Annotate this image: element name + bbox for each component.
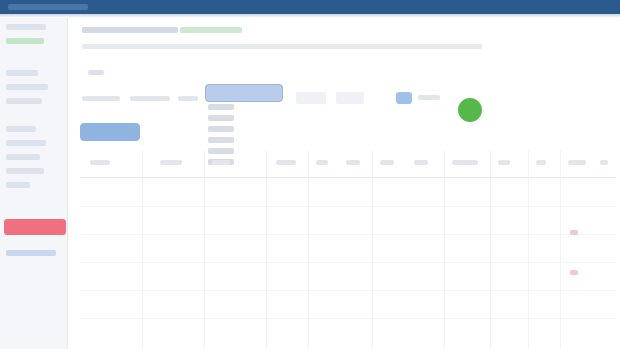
toggle-label (418, 95, 440, 100)
column-header[interactable] (160, 160, 182, 165)
row-divider (80, 290, 616, 291)
column-header[interactable] (536, 160, 546, 165)
sidebar (0, 18, 68, 349)
column-divider (560, 150, 561, 349)
column-header[interactable] (452, 160, 478, 165)
sidebar-item[interactable] (6, 98, 42, 104)
table-header-row (80, 150, 616, 178)
go-button[interactable] (458, 98, 482, 122)
filters-label (88, 70, 104, 75)
column-header[interactable] (212, 160, 230, 165)
filter-label (82, 96, 120, 101)
row-divider (80, 318, 616, 319)
sidebar-item[interactable] (6, 84, 48, 90)
column-divider (266, 150, 267, 349)
sidebar-alert-button[interactable] (4, 219, 66, 235)
page-title (82, 27, 178, 33)
column-header[interactable] (316, 160, 328, 165)
column-divider (204, 150, 205, 349)
column-header[interactable] (90, 160, 110, 165)
column-header[interactable] (346, 160, 360, 165)
dropdown-option[interactable] (208, 137, 234, 143)
column-divider (444, 150, 445, 349)
sidebar-item[interactable] (6, 126, 36, 132)
column-header[interactable] (414, 160, 428, 165)
dropdown-option[interactable] (208, 104, 234, 110)
filter-toggle[interactable] (396, 92, 412, 104)
status-text (180, 27, 242, 33)
main-content (68, 18, 620, 349)
column-header[interactable] (276, 160, 296, 165)
top-navigation-bar (0, 0, 620, 14)
column-header[interactable] (568, 160, 586, 165)
column-header[interactable] (380, 160, 394, 165)
primary-action-button[interactable] (80, 123, 140, 141)
app-brand[interactable] (8, 4, 88, 10)
row-divider (80, 262, 616, 263)
column-divider (490, 150, 491, 349)
dropdown-option[interactable] (208, 115, 234, 121)
sidebar-item[interactable] (6, 154, 40, 160)
row-divider (80, 206, 616, 207)
sidebar-link[interactable] (6, 250, 56, 256)
row-divider (80, 234, 616, 235)
sidebar-item-active[interactable] (6, 38, 44, 44)
column-header[interactable] (498, 160, 510, 165)
table-cell-highlight (570, 270, 578, 275)
filter-label (130, 96, 170, 101)
table-cell-highlight (570, 230, 578, 235)
column-divider (308, 150, 309, 349)
filter-label (178, 96, 198, 101)
sidebar-item[interactable] (6, 182, 30, 188)
column-divider (142, 150, 143, 349)
sidebar-item[interactable] (6, 70, 38, 76)
sidebar-item[interactable] (6, 24, 46, 30)
page-subtitle (82, 44, 482, 49)
data-table (80, 150, 616, 349)
column-header[interactable] (600, 160, 608, 165)
sidebar-item[interactable] (6, 140, 46, 146)
column-divider (528, 150, 529, 349)
sidebar-item[interactable] (6, 168, 44, 174)
filter-input[interactable] (336, 92, 364, 104)
column-divider (372, 150, 373, 349)
filter-input[interactable] (296, 92, 326, 104)
dropdown-option[interactable] (208, 126, 234, 132)
filter-dropdown[interactable] (205, 84, 283, 102)
